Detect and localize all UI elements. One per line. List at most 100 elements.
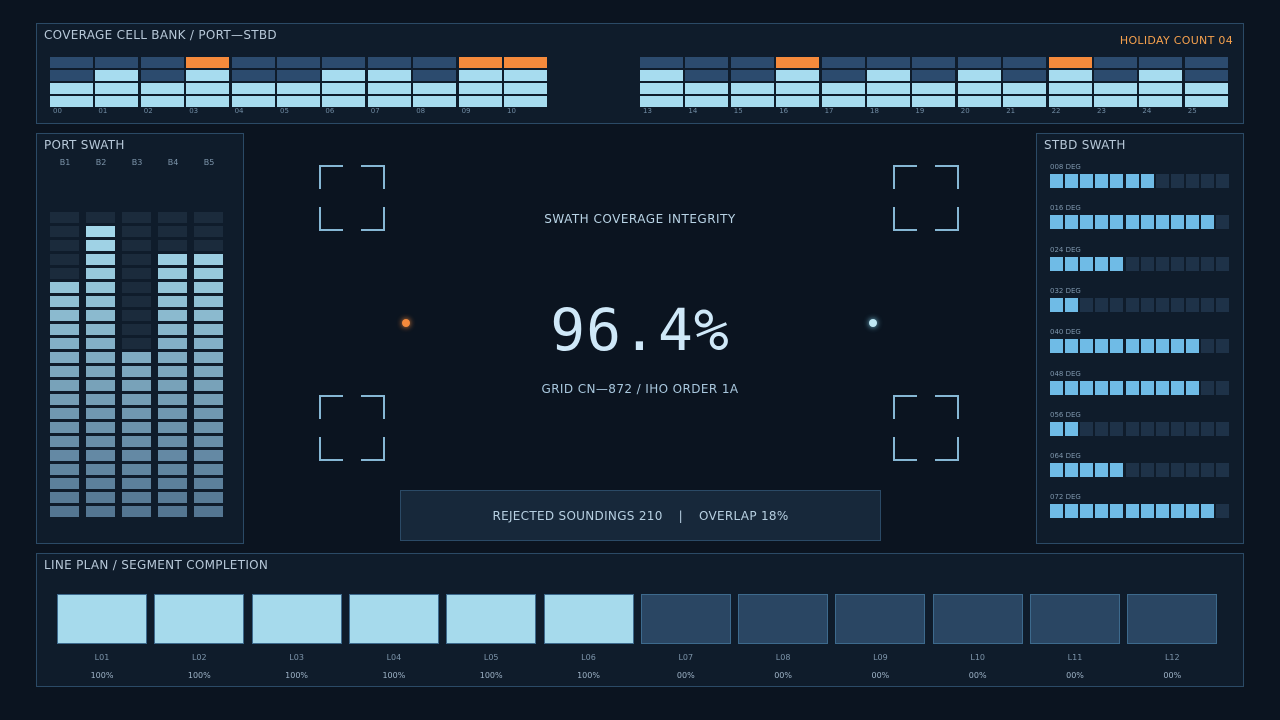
coverage-cell [640,83,683,94]
coverage-cell-column: 19 [912,57,956,115]
coverage-cell [1048,70,1092,81]
line-segment-box [348,594,439,644]
angle-segment [1170,215,1184,230]
angle-segment [1125,215,1139,230]
coverage-cell [776,83,820,94]
coverage-cell [685,70,729,81]
coverage-cell [867,83,910,94]
coverage-cell [140,70,184,81]
angle-segment [1050,421,1063,436]
line-name: L10 [970,653,985,662]
beam-segment [86,408,115,419]
coverage-cell-column: 17 [821,57,865,115]
angle-segment [1140,421,1154,436]
beam-segment [158,478,187,489]
coverage-cell [957,70,1001,81]
beam-label: B5 [203,158,215,167]
beam-segment [158,282,187,293]
coverage-cell [322,70,366,81]
beam-segment [194,296,223,307]
beam-segment [50,324,79,335]
beam-segment [158,254,187,265]
coverage-cell [95,57,139,68]
line-name: L04 [386,653,402,662]
angle-segment [1095,174,1109,188]
coverage-cell [957,96,1001,107]
line-name: L02 [191,653,207,662]
beam-label: B2 [95,158,107,167]
beam-segment [50,296,79,307]
coverage-cell [367,96,411,107]
angle-segment [1140,256,1154,271]
beam-segment [50,464,79,475]
coverage-cell [867,96,910,107]
angle-segment [1216,504,1230,519]
angle-segment [1095,463,1109,478]
coverage-cell-label: 20 [960,107,970,115]
angle-segment [1125,380,1139,395]
angle-segment [1170,339,1184,354]
angle-segment [1201,256,1214,271]
beam-segment [86,310,115,321]
angle-segment [1050,174,1063,188]
angle-segment [1095,215,1109,230]
beam-segment [194,324,223,335]
angle-segment [1140,215,1154,230]
angle-segment [1095,421,1109,436]
beam-segment [50,226,79,237]
coverage-cell [277,57,320,68]
corner-bracket-top-right [893,165,959,231]
line-segment-box [543,594,634,644]
coverage-cell [867,57,910,68]
angle-segment [1080,339,1094,354]
coverage-cell [1003,83,1047,94]
angle-label: 048 DEG [1050,369,1081,378]
beam-segment [86,436,115,447]
beam-segment [86,422,115,433]
angle-segment [1155,504,1169,519]
beam-segment [50,422,79,433]
beam-segment [86,324,115,335]
coverage-cell [95,96,139,107]
coverage-cell-label: 18 [870,107,879,115]
line-name: L07 [678,653,694,662]
angle-segment [1080,297,1094,312]
beam-segment [50,240,79,251]
beam-segment [194,282,223,293]
coverage-cell [277,83,320,94]
line-segment-box [251,594,342,644]
beam-segment [158,268,187,279]
beam-segment [158,422,187,433]
angle-segment [1155,339,1169,354]
coverage-integrity-title: SWATH COVERAGE INTEGRITY [544,212,736,226]
angle-segment [1170,297,1184,312]
angle-segment [1201,174,1214,188]
angle-segment [1110,380,1124,395]
coverage-cell [685,57,729,68]
coverage-cell-label: 21 [1006,107,1016,115]
port-indicator-dot [402,319,410,327]
angle-label: 032 DEG [1050,286,1081,295]
beam-segment [50,506,79,517]
beam-label: B4 [167,158,179,167]
overlap-value: OVERLAP 18% [698,508,789,523]
coverage-cell [640,70,683,81]
angle-segment [1140,297,1154,312]
angle-segment [1170,504,1184,519]
beam-segment [194,450,223,461]
angle-segment [1110,421,1124,436]
angle-segment [1185,380,1199,395]
beam-segment [122,464,151,475]
coverage-cell-label: 22 [1051,107,1061,115]
coverage-cell-label: 08 [416,107,426,115]
angle-segment [1216,174,1230,188]
beam-segment [86,240,115,251]
angle-segment [1065,463,1079,478]
beam-segment [158,408,187,419]
coverage-cell [458,57,502,68]
beam-segment [86,226,115,237]
line-segment-box [835,594,926,644]
beam-segment [194,226,223,237]
coverage-cell [867,70,910,81]
angle-segment [1201,339,1214,354]
